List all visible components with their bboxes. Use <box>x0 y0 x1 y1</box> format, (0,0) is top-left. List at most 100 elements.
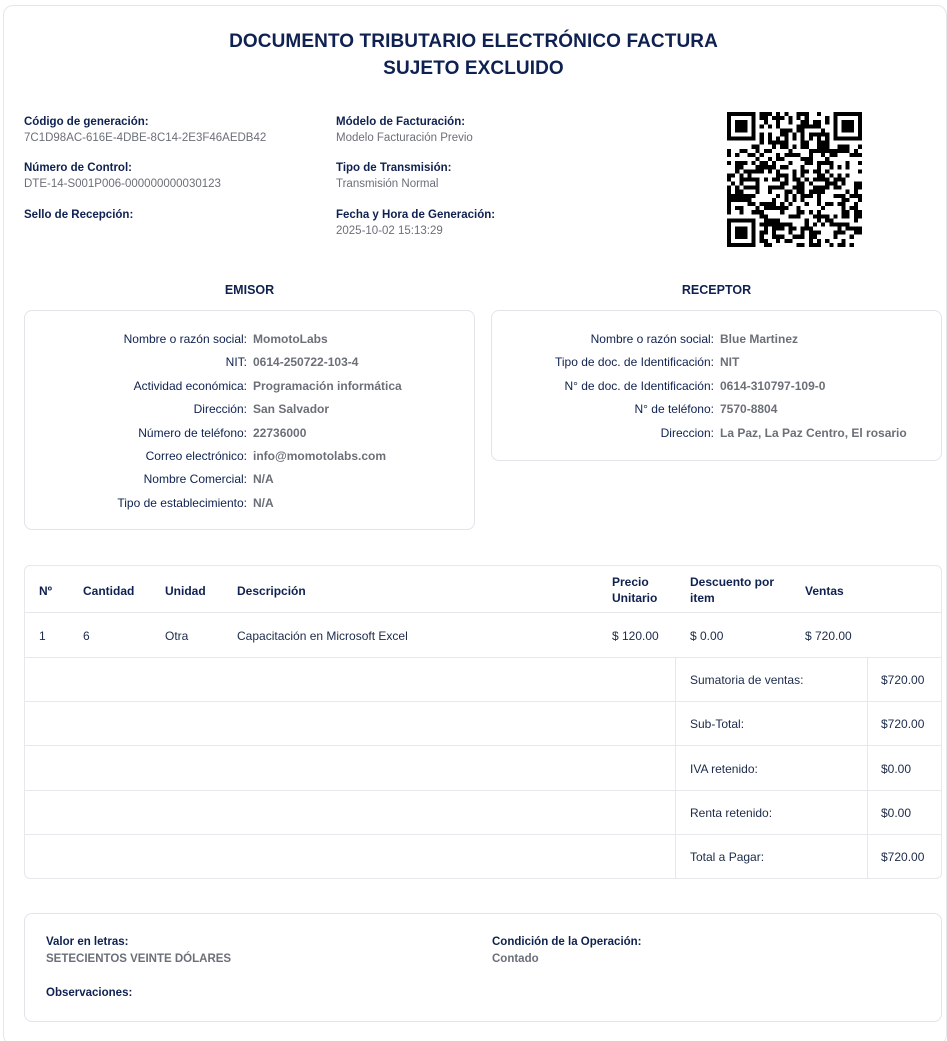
modelo-facturacion-label: Módelo de Facturación: <box>336 116 466 128</box>
summary-label: Renta retenido: <box>690 806 773 820</box>
info-value: 0614-310797-109-0 <box>720 378 826 393</box>
info-value: 7570-8804 <box>720 402 778 417</box>
numero-control-value: DTE-14-S001P006-000000000030123 <box>24 178 221 190</box>
summary-value: $0.00 <box>881 762 912 776</box>
summary-label: Total a Pagar: <box>690 850 765 864</box>
numero-control: Número de Control: DTE-14-S001P006-00000… <box>24 160 221 192</box>
summary-value: $720.00 <box>881 717 925 731</box>
info-label: Tipo de establecimiento: <box>117 495 247 510</box>
row-num: 1 <box>39 629 46 643</box>
summary-value: $0.00 <box>881 806 912 820</box>
info-value: Programación informática <box>253 378 402 393</box>
condicion-operacion-value: Contado <box>492 953 539 965</box>
title-line-1: DOCUMENTO TRIBUTARIO ELECTRÓNICO FACTURA <box>229 31 718 52</box>
tipo-transmision-value: Transmisión Normal <box>336 178 439 190</box>
info-label: Número de teléfono: <box>138 425 247 440</box>
qr-modules <box>727 112 862 247</box>
tipo-transmision-label: Tipo de Transmisión: <box>336 162 452 174</box>
info-row: Nombre o razón social: MomotoLabs <box>25 332 474 352</box>
info-row: Tipo de establecimiento: N/A <box>25 496 474 516</box>
info-value: N/A <box>253 495 274 510</box>
emisor-heading: EMISOR <box>224 283 275 297</box>
qr-code-icon <box>727 112 862 247</box>
codigo-generacion: Código de generación: 7C1D98AC-616E-4DBE… <box>24 114 266 146</box>
row-precio: $ 120.00 <box>612 629 659 643</box>
header-precio-line1: Precio <box>612 575 649 589</box>
fecha-generacion: Fecha y Hora de Generación: 2025-10-02 1… <box>336 207 495 239</box>
tipo-transmision: Tipo de Transmisión: Transmisión Normal <box>336 160 451 192</box>
info-label: N° de doc. de Identificación: <box>564 378 714 393</box>
info-value: N/A <box>253 472 274 487</box>
row-descuento: $ 0.00 <box>690 629 724 643</box>
info-value: La Paz, La Paz Centro, El rosario <box>720 425 907 440</box>
header-divider <box>25 612 941 613</box>
info-label: Nombre Comercial: <box>143 472 247 487</box>
summary-label: Sub-Total: <box>690 717 745 731</box>
header-precio-line2: Unitario <box>612 591 658 605</box>
info-row: Tipo de doc. de Identificación: NIT <box>492 355 941 375</box>
modelo-facturacion: Módelo de Facturación: Modelo Facturació… <box>336 114 473 146</box>
fecha-generacion-value: 2025-10-02 15:13:29 <box>336 225 443 237</box>
info-row: Número de teléfono: 22736000 <box>25 426 474 446</box>
title-line-2: SUJETO EXCLUIDO <box>383 58 564 79</box>
header-cantidad: Cantidad <box>83 584 135 598</box>
info-value: info@momotolabs.com <box>253 449 387 463</box>
row-divider <box>25 657 941 658</box>
info-label: Nombre o razón social: <box>590 332 714 346</box>
summary-divider-2 <box>25 745 941 746</box>
header-descuento: Descuento por item <box>690 574 774 606</box>
summary-divider-1 <box>25 701 941 702</box>
info-label: Nombre o razón social: <box>123 332 247 346</box>
info-label: Direccion: <box>660 425 714 440</box>
row-descripcion: Capacitación en Microsoft Excel <box>237 629 408 643</box>
valor-letras-label: Valor en letras: <box>46 936 129 948</box>
receptor-heading: RECEPTOR <box>681 283 752 297</box>
info-value: 0614-250722-103-4 <box>253 355 359 370</box>
info-row: NIT: 0614-250722-103-4 <box>25 355 474 375</box>
info-row: Actividad económica: Programación informá… <box>25 379 474 399</box>
header-unidad: Unidad <box>165 584 206 598</box>
summary-value: $720.00 <box>881 850 925 864</box>
header-num: Nº <box>39 584 53 598</box>
sello-recepcion: Sello de Recepción: <box>24 207 133 223</box>
summary-divider-3 <box>25 790 941 791</box>
info-value: San Salvador <box>253 402 330 417</box>
info-row: Nombre Comercial: N/A <box>25 472 474 492</box>
info-row: N° de teléfono: 7570-8804 <box>492 402 941 422</box>
modelo-facturacion-value: Modelo Facturación Previo <box>336 132 473 144</box>
info-label: Dirección: <box>193 402 247 417</box>
header-ventas: Ventas <box>805 584 844 598</box>
valor-letras-value: SETECIENTOS VEINTE DÓLARES <box>46 953 232 965</box>
info-value: MomotoLabs <box>253 332 328 346</box>
codigo-generacion-value: 7C1D98AC-616E-4DBE-8C14-2E3F46AEDB42 <box>24 132 267 144</box>
info-row: N° de doc. de Identificación: 0614-310797… <box>492 379 941 399</box>
info-value: Blue Martinez <box>720 332 799 346</box>
header-precio-unitario: Precio Unitario <box>612 574 657 606</box>
summary-divider-4 <box>25 834 941 835</box>
condicion-operacion-label: Condición de la Operación: <box>492 936 642 948</box>
sello-recepcion-label: Sello de Recepción: <box>24 209 134 221</box>
summary-left-border <box>675 657 676 878</box>
footer-card: Valor en letras: SETECIENTOS VEINTE DÓLA… <box>24 913 942 1022</box>
row-cantidad: 6 <box>83 629 90 643</box>
info-value: 22736000 <box>253 425 307 440</box>
fecha-generacion-label: Fecha y Hora de Generación: <box>336 209 496 221</box>
emisor-card: Nombre o razón social: MomotoLabs NIT: 0614… <box>24 310 475 530</box>
codigo-generacion-label: Código de generación: <box>24 116 149 128</box>
observaciones-label: Observaciones: <box>46 987 133 999</box>
summary-label: Sumatoria de ventas: <box>690 673 804 687</box>
info-row: Nombre o razón social: Blue Martinez <box>492 332 941 352</box>
row-unidad: Otra <box>165 629 189 643</box>
receptor-card: Nombre o razón social: Blue Martinez Tipo … <box>491 310 942 461</box>
info-row: Direccion: La Paz, La Paz Centro, El rosa… <box>492 426 941 446</box>
row-ventas: $ 720.00 <box>805 629 852 643</box>
info-row: Correo electrónico: info@momotolabs.com <box>25 449 474 469</box>
header-descripcion: Descripción <box>237 584 306 598</box>
items-table: Nº Cantidad Unidad Descripción Precio Un… <box>24 565 942 879</box>
numero-control-label: Número de Control: <box>24 162 132 174</box>
info-label: Actividad económica: <box>133 378 247 393</box>
summary-value: $720.00 <box>881 673 925 687</box>
info-label: NIT: <box>225 355 247 370</box>
info-label: Tipo de doc. de Identificación: <box>555 355 714 370</box>
header-descuento-line2: item <box>690 591 715 605</box>
